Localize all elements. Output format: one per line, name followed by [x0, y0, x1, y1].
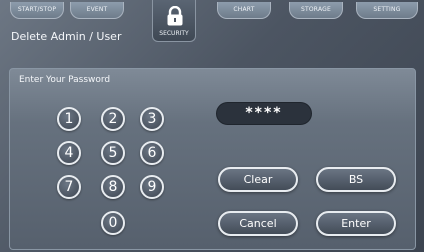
keypad-key-7[interactable]: 7 [57, 175, 81, 199]
panel-title: Enter Your Password [19, 75, 111, 85]
tab-security-label: SECURITY [159, 30, 189, 37]
keypad-key-2[interactable]: 2 [101, 107, 125, 131]
keypad-key-6[interactable]: 6 [140, 141, 164, 165]
keypad-key-9[interactable]: 9 [140, 175, 164, 199]
keypad-key-3[interactable]: 3 [140, 107, 164, 131]
tab-storage[interactable]: STORAGE [289, 2, 343, 19]
keypad-key-8[interactable]: 8 [101, 175, 125, 199]
password-panel: Enter Your Password 1 2 3 4 5 6 7 8 9 0 … [9, 68, 416, 250]
tab-chart[interactable]: CHART [217, 2, 271, 19]
page-title: Delete Admin / User [11, 30, 122, 43]
backspace-button[interactable]: BS [316, 167, 396, 192]
enter-button[interactable]: Enter [316, 211, 396, 236]
tab-event[interactable]: EVENT [70, 2, 124, 19]
tab-security[interactable]: SECURITY [152, 0, 196, 42]
lock-icon [167, 6, 183, 26]
cancel-button[interactable]: Cancel [218, 211, 298, 236]
clear-button[interactable]: Clear [218, 167, 298, 192]
password-display: **** [216, 102, 312, 125]
keypad-key-0[interactable]: 0 [101, 211, 125, 235]
keypad-key-1[interactable]: 1 [57, 107, 81, 131]
tab-setting[interactable]: SETTING [356, 2, 418, 19]
keypad-key-4[interactable]: 4 [57, 141, 81, 165]
keypad-key-5[interactable]: 5 [101, 141, 125, 165]
tab-start-stop[interactable]: START/STOP [10, 2, 64, 19]
top-tab-bar: START/STOP EVENT SECURITY CHART STORAGE … [0, 0, 424, 42]
